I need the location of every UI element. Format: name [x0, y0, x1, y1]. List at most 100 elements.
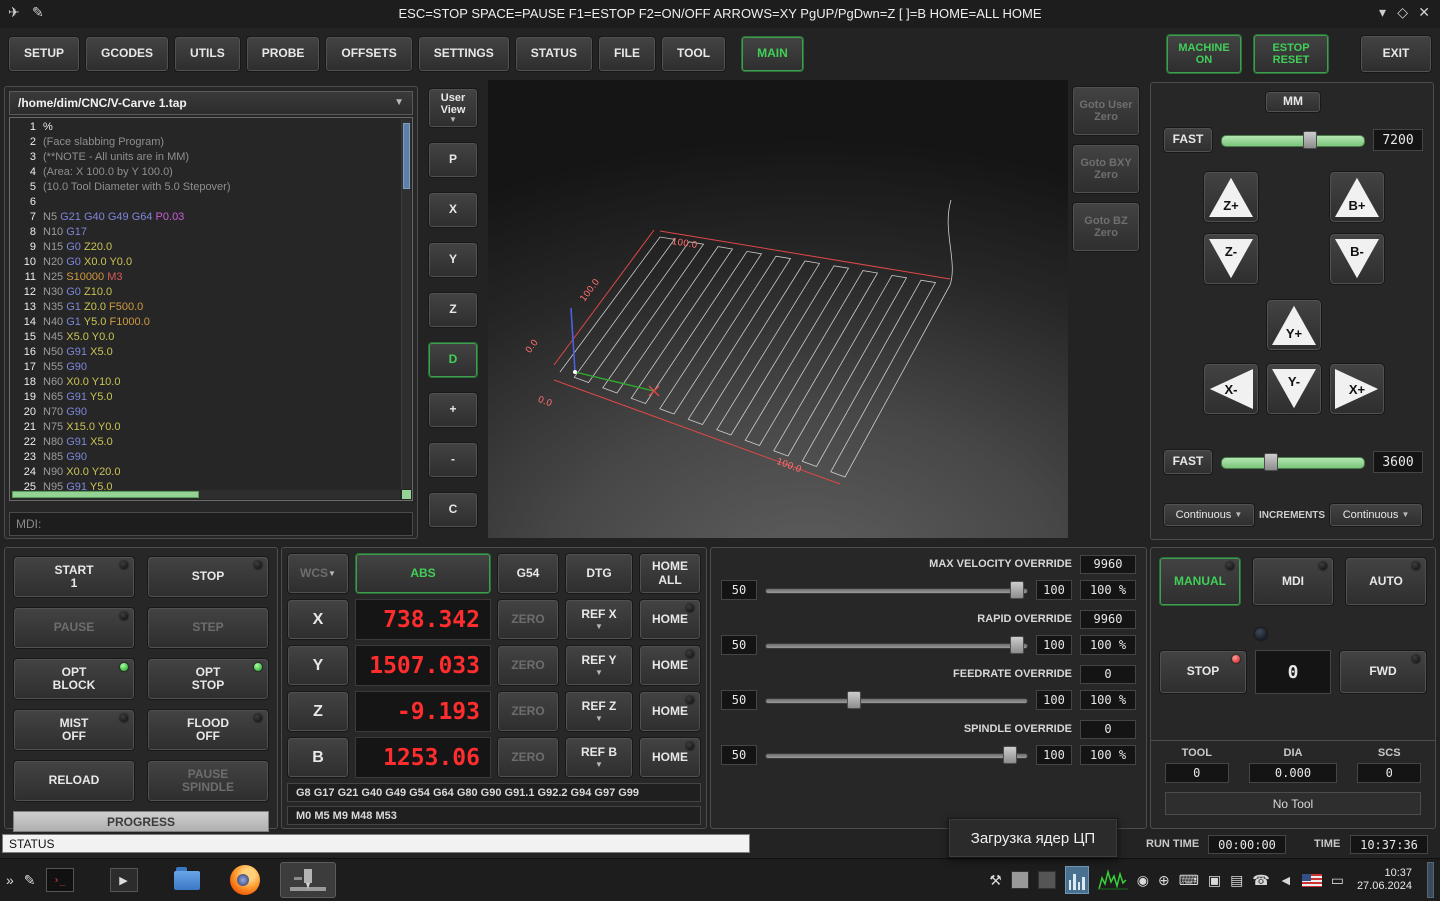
- machine-button-step[interactable]: STEP: [147, 607, 269, 649]
- jog-button-b-minusplus[interactable]: B+: [1329, 171, 1385, 223]
- axis-button-z[interactable]: Z: [287, 691, 349, 732]
- tab-utils[interactable]: UTILS: [174, 36, 241, 72]
- goto-button-0[interactable]: Goto User Zero: [1072, 86, 1140, 136]
- machine-button-start-1[interactable]: START 1: [13, 556, 135, 598]
- override-slider-2[interactable]: [765, 691, 1028, 709]
- machine-button-opt-stop[interactable]: OPT STOP: [147, 658, 269, 700]
- workspace-2-icon[interactable]: [1037, 871, 1056, 889]
- tab-status[interactable]: STATUS: [514, 36, 593, 72]
- cpu-load-icon[interactable]: [1064, 866, 1089, 894]
- machine-button-pause[interactable]: PAUSE: [13, 607, 135, 649]
- taskbar-clock[interactable]: 10:37 27.06.2024: [1357, 867, 1412, 893]
- network-graph-icon[interactable]: [1097, 868, 1128, 893]
- override-slider-3[interactable]: [765, 746, 1028, 764]
- jog-button-z-minus[interactable]: Z-: [1203, 233, 1259, 285]
- tab-file[interactable]: FILE: [597, 36, 656, 72]
- file-manager-icon[interactable]: [173, 866, 200, 890]
- units-button[interactable]: MM: [1265, 91, 1321, 113]
- jog-button-x-minusplus[interactable]: X+: [1329, 363, 1385, 415]
- view-button-c[interactable]: C: [428, 492, 478, 528]
- home-button-z[interactable]: HOME: [639, 691, 701, 732]
- volume-icon[interactable]: ◄: [1279, 872, 1293, 888]
- machine-button-flood-off[interactable]: FLOOD OFF: [147, 709, 269, 751]
- show-desktop-edge[interactable]: [1427, 862, 1434, 898]
- override-slider-2-handle[interactable]: [847, 691, 862, 709]
- firefox-icon[interactable]: [229, 865, 260, 895]
- ref-button-z[interactable]: REF Z ▼: [565, 691, 633, 732]
- terminal-app-icon[interactable]: ›_: [45, 868, 74, 892]
- override-slider-0-handle[interactable]: [1010, 581, 1025, 599]
- axis-button-y[interactable]: Y: [287, 645, 349, 686]
- minimize-icon[interactable]: ▾: [1379, 4, 1386, 21]
- exit-button[interactable]: EXIT: [1360, 35, 1432, 73]
- axis-button-x[interactable]: X: [287, 599, 349, 640]
- home-all-button[interactable]: HOME ALL: [639, 553, 701, 594]
- tab-probe[interactable]: PROBE: [245, 36, 321, 72]
- bell-icon[interactable]: ◉: [1137, 872, 1149, 889]
- jog-button-b-minus[interactable]: B-: [1329, 233, 1385, 285]
- mdi-input[interactable]: MDI:: [9, 512, 413, 536]
- override-slider-3-handle[interactable]: [1002, 746, 1017, 764]
- clipboard-icon[interactable]: ▤: [1230, 872, 1243, 889]
- zero-button-z[interactable]: ZERO: [497, 691, 559, 732]
- remote-icon[interactable]: ▣: [1208, 872, 1221, 889]
- view-button-+[interactable]: +: [428, 392, 478, 428]
- pin-icon[interactable]: ✎: [24, 872, 36, 889]
- jog-button-y-minus[interactable]: Y-: [1266, 363, 1322, 415]
- override-slider-1[interactable]: [765, 636, 1028, 654]
- jog-speed-slider-bottom[interactable]: [1221, 453, 1365, 471]
- machine-button-mist-off[interactable]: MIST OFF: [13, 709, 135, 751]
- mode-button-auto[interactable]: AUTO: [1345, 557, 1427, 606]
- tab-offsets[interactable]: OFFSETS: [325, 36, 413, 72]
- increment-dropdown-left[interactable]: Continuous ▼: [1163, 503, 1255, 527]
- view-button-x[interactable]: X: [428, 192, 478, 228]
- vertical-scrollbar[interactable]: [401, 119, 411, 489]
- ref-button-b[interactable]: REF B ▼: [565, 737, 633, 778]
- axis-button-b[interactable]: B: [287, 737, 349, 778]
- override-slider-0[interactable]: [765, 581, 1028, 599]
- horizontal-scroll-thumb[interactable]: [12, 491, 199, 498]
- updates-icon[interactable]: ⊕: [1158, 872, 1170, 889]
- view-button-y[interactable]: Y: [428, 242, 478, 278]
- dtg-button[interactable]: DTG: [565, 553, 633, 594]
- ref-button-y[interactable]: REF Y ▼: [565, 645, 633, 686]
- toolpath-preview[interactable]: 100.0 100.0 100.0 0.0 0.0: [488, 80, 1068, 538]
- phone-icon[interactable]: ☎: [1252, 872, 1269, 889]
- jog-button-y-minusplus[interactable]: Y+: [1266, 299, 1322, 351]
- machine-button-opt-block[interactable]: OPT BLOCK: [13, 658, 135, 700]
- display-icon[interactable]: ▭: [1331, 872, 1344, 889]
- tab-main[interactable]: MAIN: [741, 36, 804, 72]
- view-button-z[interactable]: Z: [428, 292, 478, 328]
- home-button-x[interactable]: HOME: [639, 599, 701, 640]
- tab-setup[interactable]: SETUP: [8, 36, 81, 72]
- jog-speed-slider-top-handle[interactable]: [1303, 131, 1318, 149]
- increment-dropdown-right[interactable]: Continuous ▼: [1329, 503, 1423, 527]
- machine-button-pause-spindle[interactable]: PAUSE SPINDLE: [147, 760, 269, 802]
- estop-reset-button[interactable]: ESTOP RESET: [1253, 34, 1329, 74]
- spindle-stop-button[interactable]: STOP: [1159, 650, 1247, 694]
- mill-tool-icon[interactable]: ⚒: [989, 872, 1002, 889]
- abs-button[interactable]: ABS: [355, 553, 491, 594]
- goto-button-2[interactable]: Goto BZ Zero: [1072, 202, 1140, 252]
- g54-button[interactable]: G54: [497, 553, 559, 594]
- cnc-app-icon[interactable]: [279, 862, 336, 898]
- fast-button-bottom[interactable]: FAST: [1163, 449, 1213, 475]
- spindle-fwd-button[interactable]: FWD: [1339, 650, 1427, 694]
- vertical-scroll-thumb[interactable]: [403, 123, 410, 189]
- goto-button-1[interactable]: Goto BXY Zero: [1072, 144, 1140, 194]
- keyboard-layout-flag[interactable]: [1301, 873, 1322, 887]
- user-view-dropdown[interactable]: User View ▼: [428, 88, 478, 128]
- machine-button-stop[interactable]: STOP: [147, 556, 269, 598]
- gcode-listing[interactable]: 1% 2 (Face slabbing Program) 3 (**NOTE - All…: [9, 117, 413, 501]
- tab-settings[interactable]: SETTINGS: [417, 36, 510, 72]
- jog-button-z-minusplus[interactable]: Z+: [1203, 171, 1259, 223]
- mode-button-mdi[interactable]: MDI: [1252, 557, 1334, 606]
- tab-gcodes[interactable]: GCODES: [85, 36, 170, 72]
- mode-button-manual[interactable]: MANUAL: [1159, 557, 1241, 606]
- jog-speed-slider-bottom-handle[interactable]: [1264, 453, 1279, 471]
- zero-button-x[interactable]: ZERO: [497, 599, 559, 640]
- wcs-dropdown[interactable]: WCS ▼: [287, 553, 349, 594]
- override-slider-1-handle[interactable]: [1010, 636, 1025, 654]
- ref-button-x[interactable]: REF X ▼: [565, 599, 633, 640]
- workspace-1-icon[interactable]: [1010, 871, 1029, 889]
